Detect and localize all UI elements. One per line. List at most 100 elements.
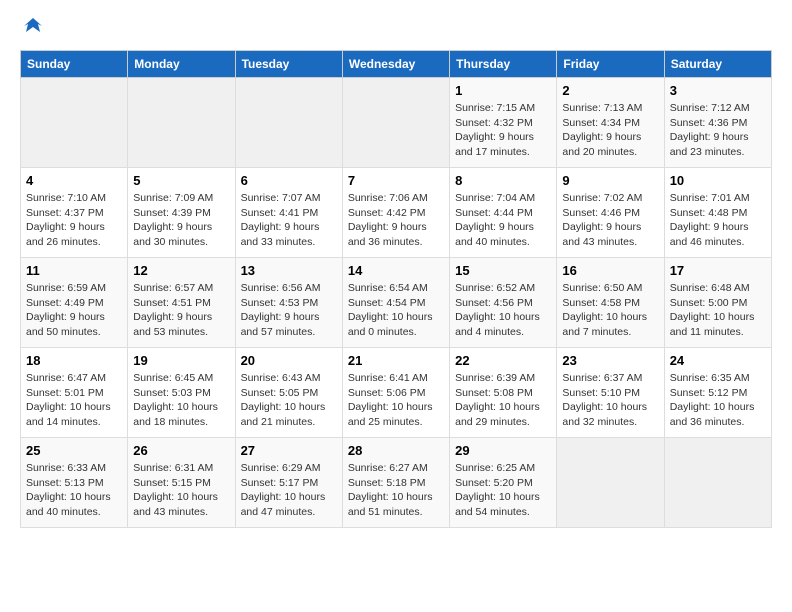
day-of-week-header: Saturday bbox=[664, 51, 771, 78]
calendar-week-row: 4 Sunrise: 7:10 AM Sunset: 4:37 PM Daylig… bbox=[21, 168, 772, 258]
day-content: Sunrise: 6:45 AM Sunset: 5:03 PM Dayligh… bbox=[133, 371, 229, 430]
day-number: 10 bbox=[670, 173, 766, 188]
calendar-cell: 28Sunrise: 6:27 AM Sunset: 5:18 PM Dayli… bbox=[342, 438, 449, 528]
day-content: Sunrise: 7:04 AM Sunset: 4:44 PM Dayligh… bbox=[455, 191, 551, 250]
calendar-week-row: 11 Sunrise: 6:59 AM Sunset: 4:49 PM Dayli… bbox=[21, 258, 772, 348]
day-content: Sunrise: 6:48 AM Sunset: 5:00 PM Dayligh… bbox=[670, 281, 766, 340]
calendar-cell: 3 Sunrise: 7:12 AM Sunset: 4:36 PM Daylig… bbox=[664, 78, 771, 168]
day-number: 18 bbox=[26, 353, 122, 368]
logo-bird-icon bbox=[22, 16, 44, 38]
day-content: Sunrise: 6:35 AM Sunset: 5:12 PM Dayligh… bbox=[670, 371, 766, 430]
calendar-cell: 25Sunrise: 6:33 AM Sunset: 5:13 PM Dayli… bbox=[21, 438, 128, 528]
calendar-cell: 29 Sunrise: 6:25 AM Sunset: 5:20 PM Dayli… bbox=[450, 438, 557, 528]
day-of-week-header: Friday bbox=[557, 51, 664, 78]
calendar-cell: 13 Sunrise: 6:56 AM Sunset: 4:53 PM Dayli… bbox=[235, 258, 342, 348]
day-number: 3 bbox=[670, 83, 766, 98]
day-content: Sunrise: 7:06 AM Sunset: 4:42 PM Dayligh… bbox=[348, 191, 444, 250]
day-content: Sunrise: 6:37 AM Sunset: 5:10 PM Dayligh… bbox=[562, 371, 658, 430]
calendar-cell: 19 Sunrise: 6:45 AM Sunset: 5:03 PM Dayli… bbox=[128, 348, 235, 438]
calendar-cell: 15 Sunrise: 6:52 AM Sunset: 4:56 PM Dayli… bbox=[450, 258, 557, 348]
day-number: 4 bbox=[26, 173, 122, 188]
calendar-cell bbox=[557, 438, 664, 528]
day-number: 23 bbox=[562, 353, 658, 368]
day-content: Sunrise: 6:59 AM Sunset: 4:49 PM Dayligh… bbox=[26, 281, 122, 340]
calendar-table: SundayMondayTuesdayWednesdayThursdayFrid… bbox=[20, 50, 772, 528]
day-number: 11 bbox=[26, 263, 122, 278]
calendar-cell bbox=[128, 78, 235, 168]
day-of-week-header: Wednesday bbox=[342, 51, 449, 78]
day-number: 17 bbox=[670, 263, 766, 278]
day-of-week-header: Thursday bbox=[450, 51, 557, 78]
day-of-week-header: Sunday bbox=[21, 51, 128, 78]
day-content: Sunrise: 6:39 AM Sunset: 5:08 PM Dayligh… bbox=[455, 371, 551, 430]
calendar-cell: 14 Sunrise: 6:54 AM Sunset: 4:54 PM Dayli… bbox=[342, 258, 449, 348]
calendar-cell: 8 Sunrise: 7:04 AM Sunset: 4:44 PM Daylig… bbox=[450, 168, 557, 258]
calendar-cell: 7 Sunrise: 7:06 AM Sunset: 4:42 PM Daylig… bbox=[342, 168, 449, 258]
calendar-cell: 9 Sunrise: 7:02 AM Sunset: 4:46 PM Daylig… bbox=[557, 168, 664, 258]
day-of-week-header: Tuesday bbox=[235, 51, 342, 78]
calendar-cell: 16 Sunrise: 6:50 AM Sunset: 4:58 PM Dayli… bbox=[557, 258, 664, 348]
calendar-cell: 5Sunrise: 7:09 AM Sunset: 4:39 PM Daylig… bbox=[128, 168, 235, 258]
day-content: Sunrise: 7:15 AM Sunset: 4:32 PM Dayligh… bbox=[455, 101, 551, 160]
day-number: 12 bbox=[133, 263, 229, 278]
day-content: Sunrise: 7:10 AM Sunset: 4:37 PM Dayligh… bbox=[26, 191, 122, 250]
day-number: 5 bbox=[133, 173, 229, 188]
day-number: 21 bbox=[348, 353, 444, 368]
calendar-cell: 10 Sunrise: 7:01 AM Sunset: 4:48 PM Dayli… bbox=[664, 168, 771, 258]
calendar-cell bbox=[235, 78, 342, 168]
day-content: Sunrise: 6:50 AM Sunset: 4:58 PM Dayligh… bbox=[562, 281, 658, 340]
day-content: Sunrise: 6:54 AM Sunset: 4:54 PM Dayligh… bbox=[348, 281, 444, 340]
day-number: 15 bbox=[455, 263, 551, 278]
calendar-cell: 22 Sunrise: 6:39 AM Sunset: 5:08 PM Dayli… bbox=[450, 348, 557, 438]
day-content: Sunrise: 6:56 AM Sunset: 4:53 PM Dayligh… bbox=[241, 281, 337, 340]
day-content: Sunrise: 7:01 AM Sunset: 4:48 PM Dayligh… bbox=[670, 191, 766, 250]
calendar-cell: 1 Sunrise: 7:15 AM Sunset: 4:32 PM Daylig… bbox=[450, 78, 557, 168]
calendar-week-row: 1 Sunrise: 7:15 AM Sunset: 4:32 PM Daylig… bbox=[21, 78, 772, 168]
calendar-cell bbox=[21, 78, 128, 168]
day-number: 13 bbox=[241, 263, 337, 278]
calendar-cell: 4 Sunrise: 7:10 AM Sunset: 4:37 PM Daylig… bbox=[21, 168, 128, 258]
day-content: Sunrise: 6:25 AM Sunset: 5:20 PM Dayligh… bbox=[455, 461, 551, 520]
day-content: Sunrise: 7:02 AM Sunset: 4:46 PM Dayligh… bbox=[562, 191, 658, 250]
day-number: 20 bbox=[241, 353, 337, 368]
calendar-cell: 20Sunrise: 6:43 AM Sunset: 5:05 PM Dayli… bbox=[235, 348, 342, 438]
calendar-cell: 27Sunrise: 6:29 AM Sunset: 5:17 PM Dayli… bbox=[235, 438, 342, 528]
day-number: 9 bbox=[562, 173, 658, 188]
logo bbox=[20, 20, 44, 34]
day-content: Sunrise: 6:41 AM Sunset: 5:06 PM Dayligh… bbox=[348, 371, 444, 430]
day-content: Sunrise: 7:13 AM Sunset: 4:34 PM Dayligh… bbox=[562, 101, 658, 160]
day-content: Sunrise: 6:29 AM Sunset: 5:17 PM Dayligh… bbox=[241, 461, 337, 520]
calendar-cell: 21 Sunrise: 6:41 AM Sunset: 5:06 PM Dayli… bbox=[342, 348, 449, 438]
day-number: 1 bbox=[455, 83, 551, 98]
day-number: 22 bbox=[455, 353, 551, 368]
day-content: Sunrise: 6:52 AM Sunset: 4:56 PM Dayligh… bbox=[455, 281, 551, 340]
day-content: Sunrise: 7:07 AM Sunset: 4:41 PM Dayligh… bbox=[241, 191, 337, 250]
calendar-cell: 17 Sunrise: 6:48 AM Sunset: 5:00 PM Dayli… bbox=[664, 258, 771, 348]
calendar-cell bbox=[664, 438, 771, 528]
day-number: 6 bbox=[241, 173, 337, 188]
day-content: Sunrise: 6:31 AM Sunset: 5:15 PM Dayligh… bbox=[133, 461, 229, 520]
day-number: 24 bbox=[670, 353, 766, 368]
day-number: 16 bbox=[562, 263, 658, 278]
calendar-cell: 23 Sunrise: 6:37 AM Sunset: 5:10 PM Dayli… bbox=[557, 348, 664, 438]
page-header bbox=[20, 20, 772, 34]
day-content: Sunrise: 7:12 AM Sunset: 4:36 PM Dayligh… bbox=[670, 101, 766, 160]
calendar-cell: 24 Sunrise: 6:35 AM Sunset: 5:12 PM Dayli… bbox=[664, 348, 771, 438]
calendar-cell: 6 Sunrise: 7:07 AM Sunset: 4:41 PM Daylig… bbox=[235, 168, 342, 258]
calendar-cell: 11 Sunrise: 6:59 AM Sunset: 4:49 PM Dayli… bbox=[21, 258, 128, 348]
day-number: 25 bbox=[26, 443, 122, 458]
day-number: 19 bbox=[133, 353, 229, 368]
day-number: 14 bbox=[348, 263, 444, 278]
day-number: 2 bbox=[562, 83, 658, 98]
day-content: Sunrise: 6:47 AM Sunset: 5:01 PM Dayligh… bbox=[26, 371, 122, 430]
calendar-week-row: 25Sunrise: 6:33 AM Sunset: 5:13 PM Dayli… bbox=[21, 438, 772, 528]
day-of-week-header: Monday bbox=[128, 51, 235, 78]
day-number: 29 bbox=[455, 443, 551, 458]
calendar-cell: 2 Sunrise: 7:13 AM Sunset: 4:34 PM Daylig… bbox=[557, 78, 664, 168]
day-content: Sunrise: 6:57 AM Sunset: 4:51 PM Dayligh… bbox=[133, 281, 229, 340]
calendar-header-row: SundayMondayTuesdayWednesdayThursdayFrid… bbox=[21, 51, 772, 78]
calendar-cell: 26Sunrise: 6:31 AM Sunset: 5:15 PM Dayli… bbox=[128, 438, 235, 528]
day-content: Sunrise: 6:27 AM Sunset: 5:18 PM Dayligh… bbox=[348, 461, 444, 520]
day-number: 7 bbox=[348, 173, 444, 188]
day-number: 8 bbox=[455, 173, 551, 188]
